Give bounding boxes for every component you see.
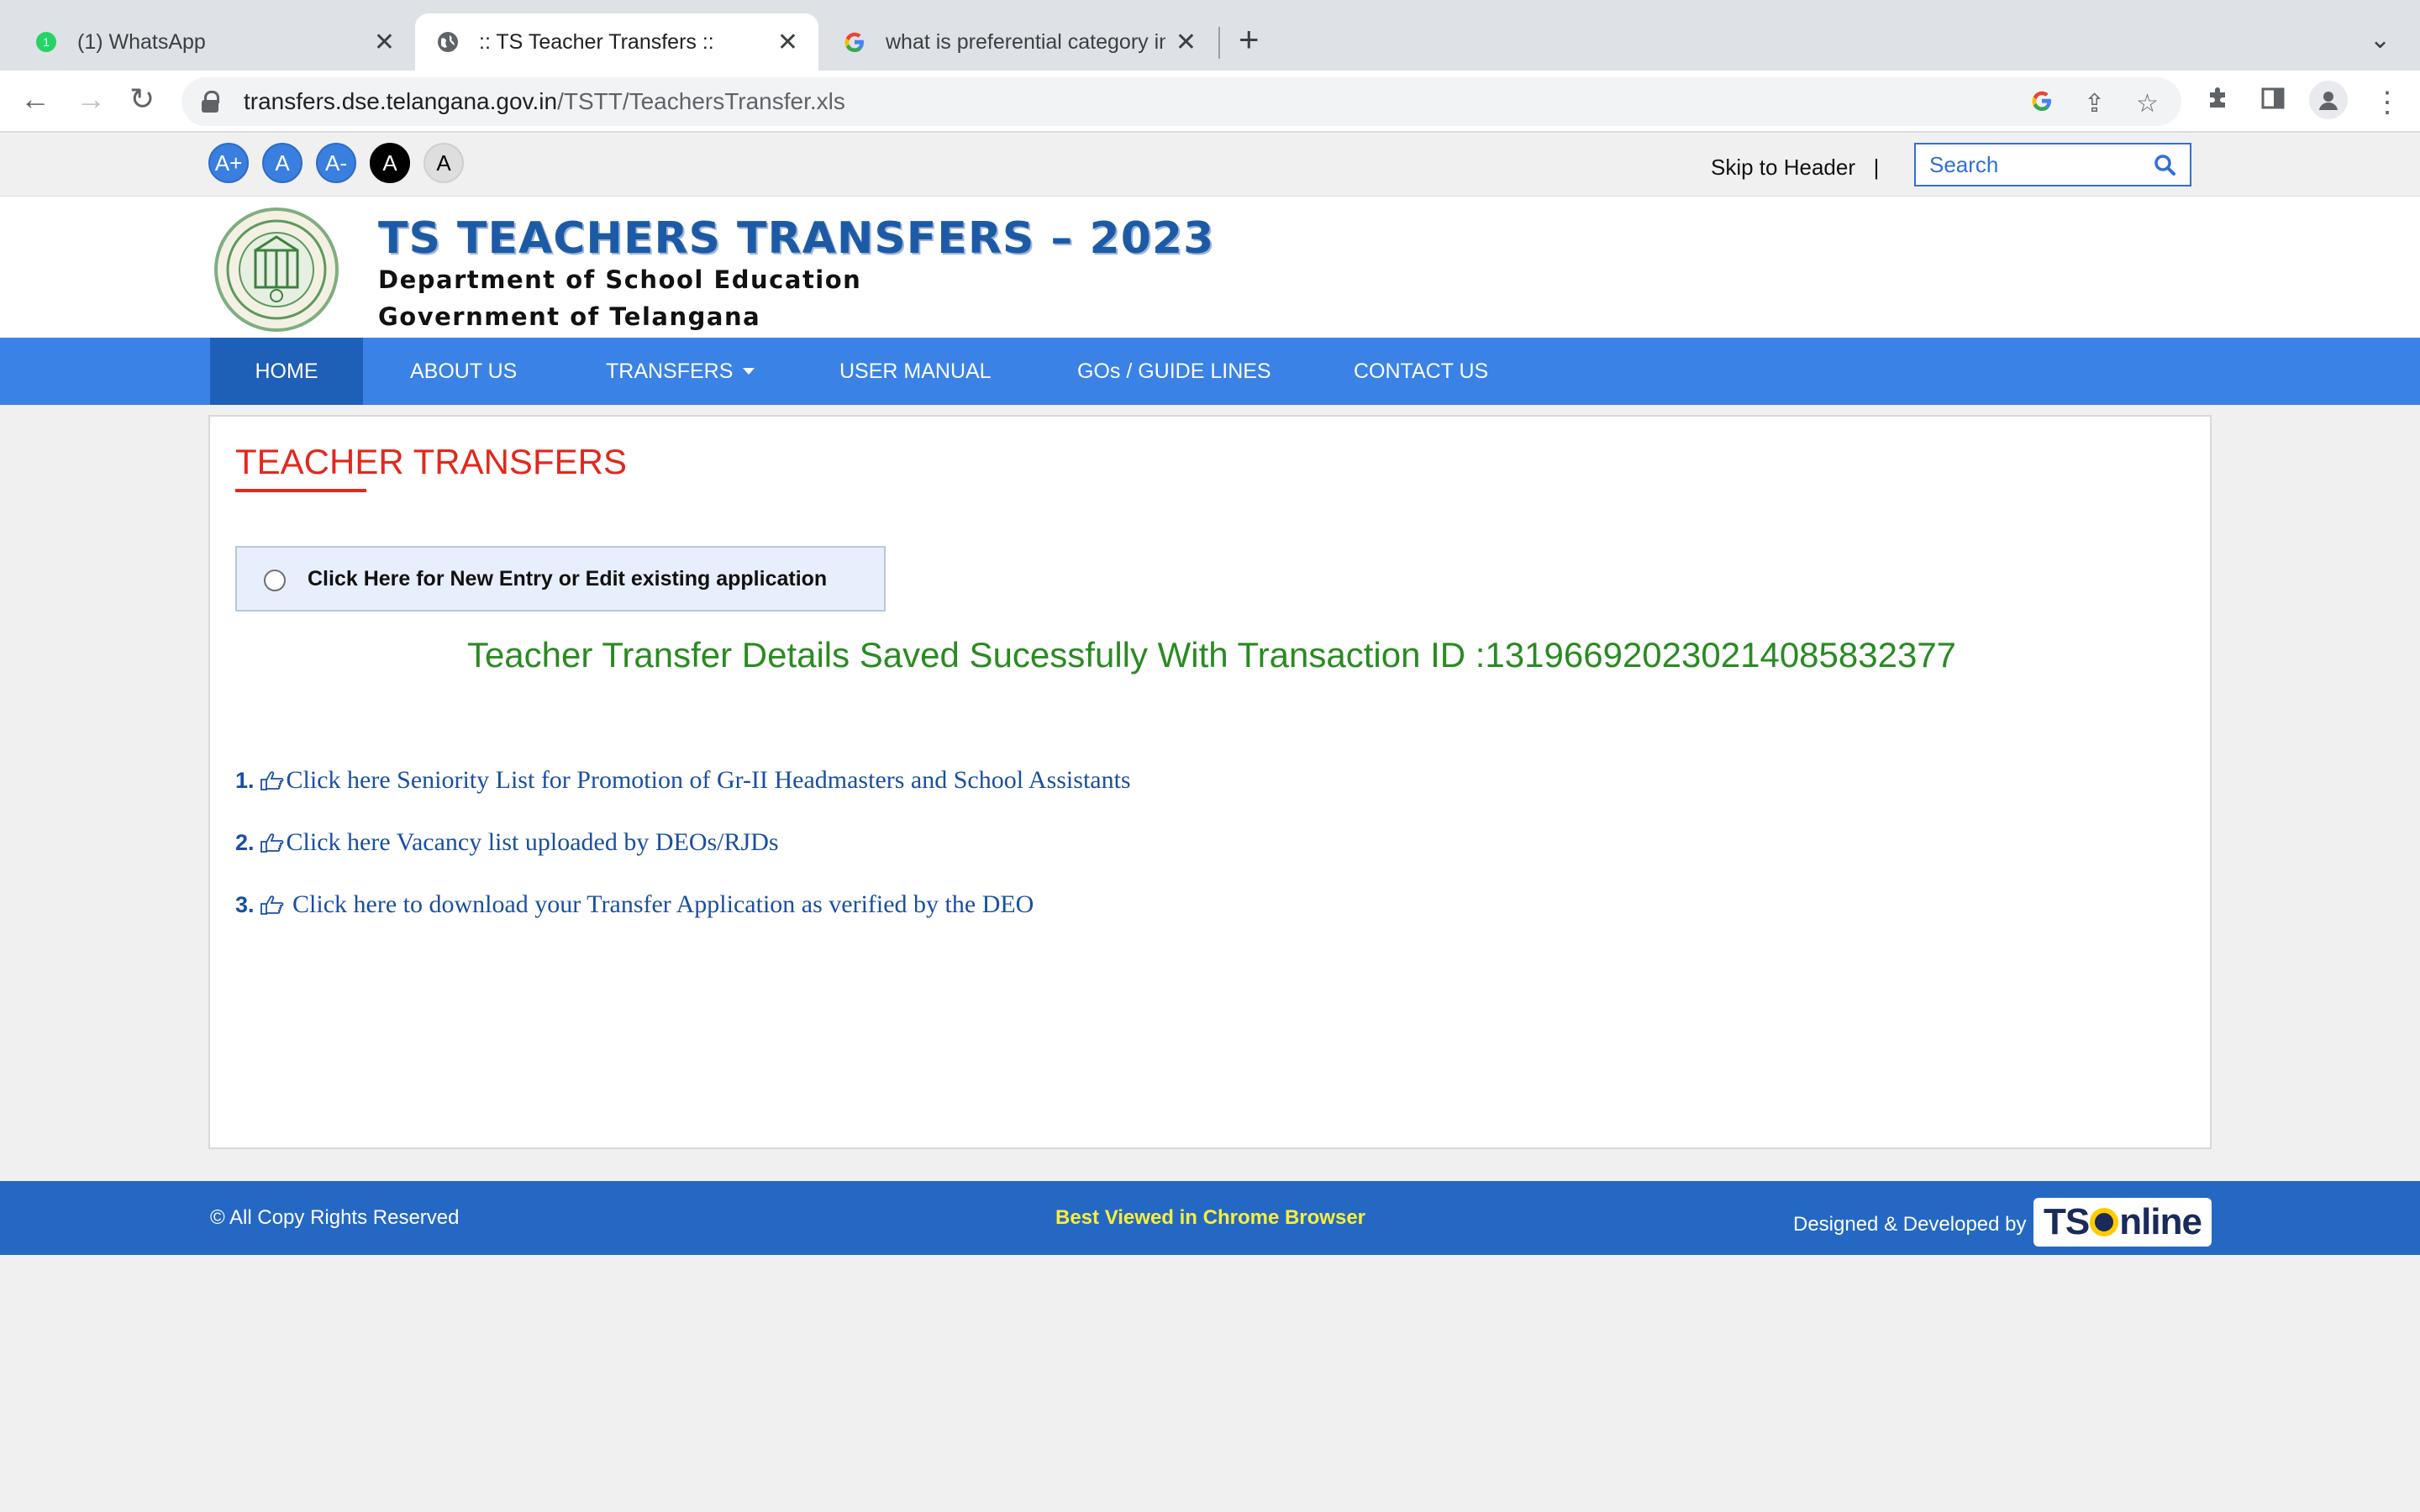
content-panel: TEACHER TRANSFERS Click Here for New Ent…: [208, 415, 2212, 1149]
reload-icon[interactable]: ↻: [129, 84, 155, 114]
nav-home[interactable]: HOME: [210, 338, 363, 405]
link-text: Click here Seniority List for Promotion …: [286, 766, 1131, 794]
link-number: 2.: [235, 829, 255, 855]
logo-text-nline: nline: [2119, 1201, 2202, 1242]
tab-title: (1) WhatsApp: [77, 29, 206, 54]
site-header: TS TEACHERS TRANSFERS – 2023 Department …: [0, 197, 2420, 338]
tab-whatsapp[interactable]: 1 (1) WhatsApp ✕: [13, 13, 415, 71]
department-name: Department of School Education: [378, 265, 862, 294]
nav-contact-us[interactable]: CONTACT US: [1354, 338, 1488, 405]
link-number: 3.: [235, 891, 255, 917]
side-panel-icon[interactable]: [2260, 86, 2286, 118]
profile-avatar-icon[interactable]: [2309, 81, 2348, 119]
caret-down-icon: [743, 368, 755, 375]
new-entry-option[interactable]: Click Here for New Entry or Edit existin…: [235, 546, 886, 612]
page-title: TEACHER TRANSFERS: [235, 442, 627, 481]
forward-arrow-icon[interactable]: →: [76, 84, 106, 114]
light-theme-button[interactable]: A: [424, 143, 464, 183]
accessibility-bar: A+ A A- A A Skip to Header |: [0, 133, 2420, 197]
link-number: 1.: [235, 767, 255, 793]
search-input[interactable]: [1929, 151, 2139, 178]
copyright-text: © All Copy Rights Reserved: [210, 1206, 460, 1229]
search-box: [1914, 143, 2191, 186]
site-footer: © All Copy Rights Reserved Best Viewed i…: [0, 1181, 2420, 1255]
globe-icon: [435, 29, 460, 55]
address-bar[interactable]: transfers.dse.telangana.gov.in/TSTT/Teac…: [182, 77, 2181, 126]
lock-icon[interactable]: [202, 91, 220, 113]
new-entry-label: Click Here for New Entry or Edit existin…: [308, 566, 828, 591]
chevron-down-icon[interactable]: ⌄: [2370, 25, 2391, 55]
new-entry-radio[interactable]: [264, 570, 286, 591]
tab-title: :: TS Teacher Transfers ::: [479, 29, 714, 54]
site-title: TS TEACHERS TRANSFERS – 2023: [378, 213, 1215, 264]
close-icon[interactable]: ✕: [777, 28, 798, 57]
best-viewed-text: Best Viewed in Chrome Browser: [1055, 1206, 1365, 1229]
extensions-puzzle-icon[interactable]: [2205, 86, 2230, 118]
link-vacancy-list[interactable]: 2. Click here Vacancy list uploaded by D…: [235, 828, 779, 857]
url-text: transfers.dse.telangana.gov.in/TSTT/Teac…: [244, 88, 845, 114]
dark-theme-button[interactable]: A: [370, 143, 410, 183]
logo-o-mark: [2090, 1208, 2119, 1236]
kebab-menu-icon[interactable]: ⋮: [2373, 86, 2402, 119]
close-icon[interactable]: ✕: [1176, 28, 1197, 57]
hand-pointer-icon: [260, 895, 283, 915]
tab-ts-teacher-transfers[interactable]: :: TS Teacher Transfers :: ✕: [415, 13, 818, 71]
browser-tabstrip: 1 (1) WhatsApp ✕ :: TS Teacher Transfers…: [0, 0, 2420, 71]
link-download-application[interactable]: 3. Click here to download your Transfer …: [235, 890, 1034, 919]
close-icon[interactable]: ✕: [374, 28, 395, 57]
search-icon[interactable]: [2153, 153, 2176, 181]
skip-to-header-link[interactable]: Skip to Header |: [1711, 155, 1879, 181]
tab-title: what is preferential category in: [886, 29, 1165, 54]
title-underline: [235, 489, 366, 492]
web-page: A+ A A- A A Skip to Header | TS TEACHERS…: [0, 133, 2420, 1512]
designed-by-text: Designed & Developed by: [1793, 1213, 2027, 1236]
success-message: Teacher Transfer Details Saved Sucessful…: [466, 635, 1957, 675]
logo-text-ts: TS: [2044, 1201, 2090, 1242]
nav-gos-guidelines[interactable]: GOs / GUIDE LINES: [1077, 338, 1271, 405]
share-icon[interactable]: ⇪: [2084, 89, 2105, 118]
nav-transfers-label: TRANSFERS: [606, 359, 734, 383]
bookmark-star-icon[interactable]: ☆: [2136, 89, 2159, 118]
link-text: Click here to download your Transfer App…: [286, 890, 1034, 918]
hand-pointer-icon: [260, 771, 283, 790]
whatsapp-icon: 1: [34, 29, 59, 55]
font-increase-button[interactable]: A+: [208, 143, 249, 183]
google-lens-icon[interactable]: [2030, 89, 2054, 119]
link-text: Click here Vacancy list uploaded by DEOs…: [286, 828, 779, 856]
new-tab-plus-icon[interactable]: +: [1239, 22, 1260, 57]
telangana-emblem-icon: [214, 207, 339, 332]
link-seniority-list[interactable]: 1. Click here Seniority List for Promoti…: [235, 766, 1131, 795]
tab-google-search[interactable]: what is preferential category in ✕: [822, 13, 1217, 71]
browser-toolbar: ← → ↻ transfers.dse.telangana.gov.in/TST…: [0, 71, 2420, 133]
tab-separator: [1218, 27, 1220, 59]
font-decrease-button[interactable]: A-: [316, 143, 356, 183]
nav-user-manual[interactable]: USER MANUAL: [839, 338, 992, 405]
tsonline-logo[interactable]: TS nline: [2033, 1198, 2212, 1247]
font-normal-button[interactable]: A: [262, 143, 302, 183]
hand-pointer-icon: [260, 833, 283, 853]
svg-text:1: 1: [43, 35, 50, 49]
main-navbar: HOME ABOUT US TRANSFERS USER MANUAL GOs …: [0, 338, 2420, 405]
government-name: Government of Telangana: [378, 302, 761, 331]
back-arrow-icon[interactable]: ←: [20, 84, 50, 114]
google-icon: [842, 29, 867, 55]
nav-about-us[interactable]: ABOUT US: [410, 338, 517, 405]
nav-transfers[interactable]: TRANSFERS: [606, 338, 755, 405]
